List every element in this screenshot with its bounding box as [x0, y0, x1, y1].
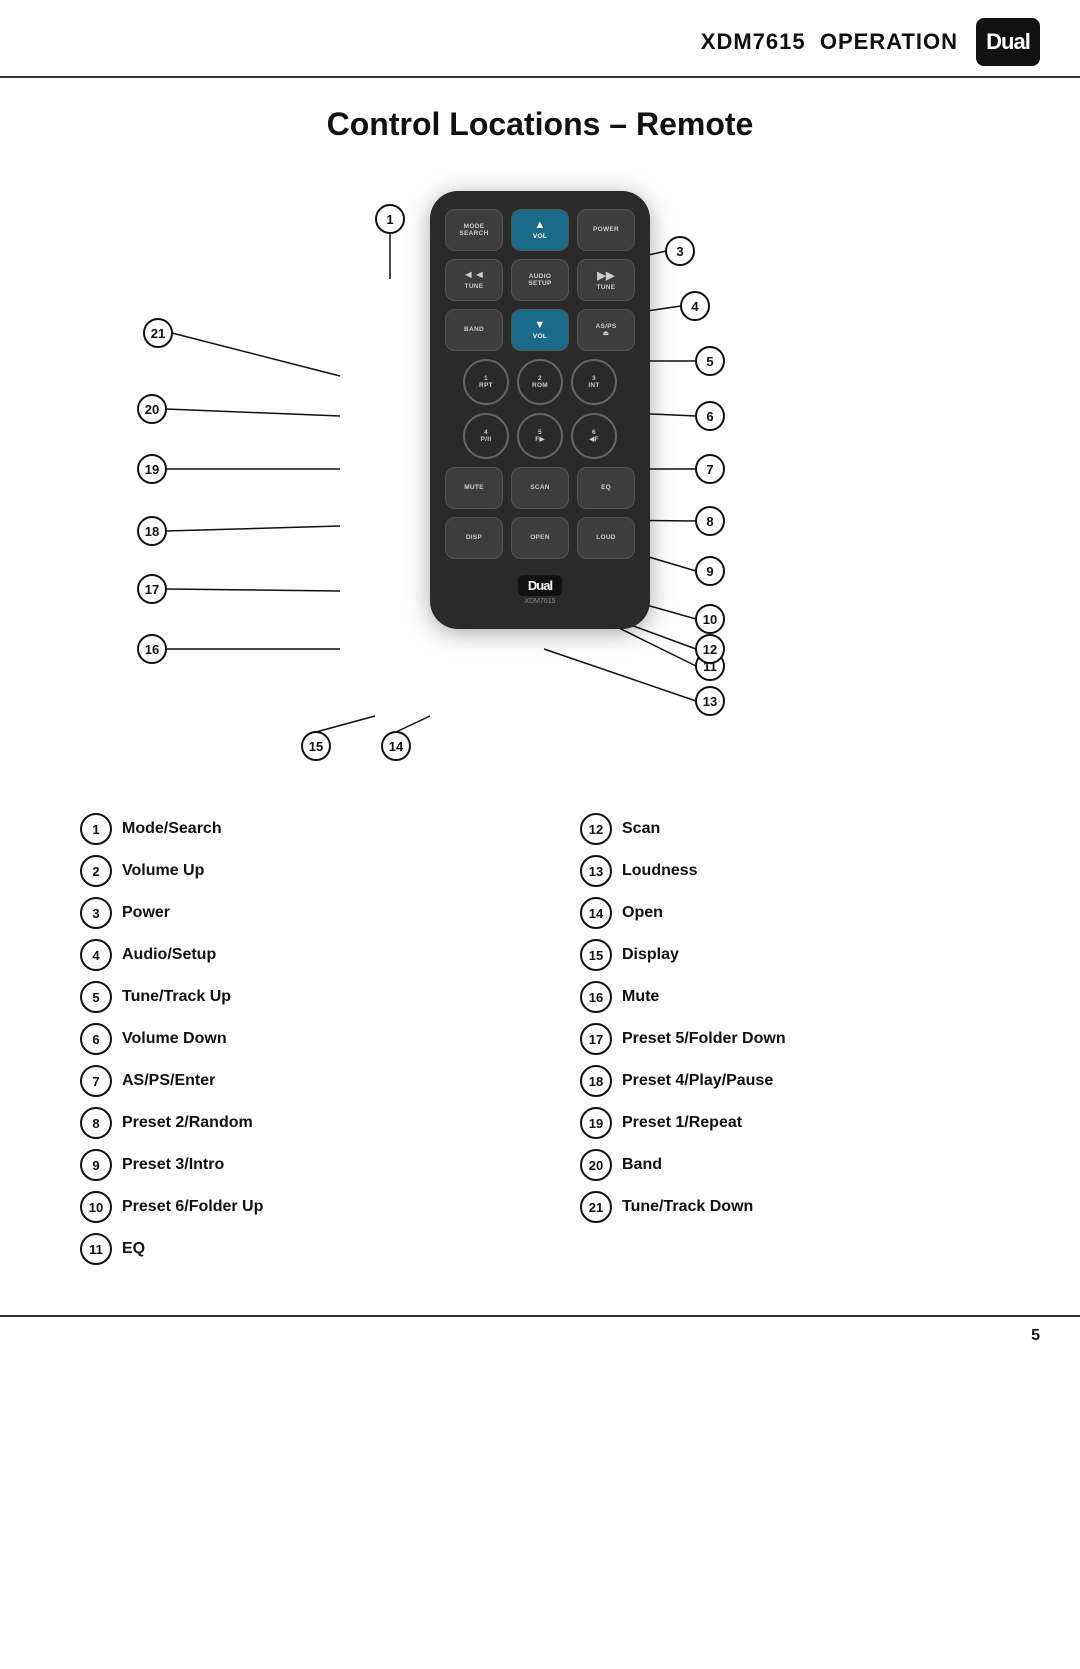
svg-text:3: 3 [676, 244, 683, 259]
btn-4-pause[interactable]: 4P/II [463, 413, 509, 459]
list-item: 21 Tune/Track Down [580, 1191, 1020, 1223]
svg-text:5: 5 [706, 354, 713, 369]
disp-btn[interactable]: DISP [445, 517, 503, 559]
svg-text:21: 21 [151, 326, 165, 341]
list-item: 8 Preset 2/Random [80, 1107, 520, 1139]
svg-text:16: 16 [145, 642, 159, 657]
list-item: 4 Audio/Setup [80, 939, 520, 971]
dual-logo: Dual [976, 18, 1040, 66]
btn-5-fwd[interactable]: 5F▶ [517, 413, 563, 459]
open-btn[interactable]: OPEN [511, 517, 569, 559]
remote-row-7: DISP OPEN LOUD [444, 517, 636, 559]
vol-up-btn[interactable]: ▲ VOL [511, 209, 569, 251]
svg-text:9: 9 [706, 564, 713, 579]
legend: 1 Mode/Search 2 Volume Up 3 Power 4 Audi… [0, 781, 1080, 1315]
list-item: 19 Preset 1/Repeat [580, 1107, 1020, 1139]
mode-search-btn[interactable]: MODESEARCH [445, 209, 503, 251]
power-btn[interactable]: POWER [577, 209, 635, 251]
list-item: 9 Preset 3/Intro [80, 1149, 520, 1181]
remote-dual-logo: Dual XDM7615 [444, 575, 636, 605]
asps-btn[interactable]: AS/PS⏏ [577, 309, 635, 351]
mute-btn[interactable]: MUTE [445, 467, 503, 509]
band-btn[interactable]: BAND [445, 309, 503, 351]
btn-6-rew[interactable]: 6◀F [571, 413, 617, 459]
svg-text:7: 7 [706, 462, 713, 477]
footer: 5 [0, 1315, 1080, 1355]
list-item: 14 Open [580, 897, 1020, 929]
list-item: 6 Volume Down [80, 1023, 520, 1055]
tune-back-btn[interactable]: ◄◄ TUNE [445, 259, 503, 301]
loud-btn[interactable]: LOUD [577, 517, 635, 559]
svg-text:14: 14 [389, 739, 404, 754]
svg-text:17: 17 [145, 582, 159, 597]
list-item: 15 Display [580, 939, 1020, 971]
remote-row-1: MODESEARCH ▲ VOL POWER [444, 209, 636, 251]
list-item: 20 Band [580, 1149, 1020, 1181]
list-item: 11 EQ [80, 1233, 520, 1265]
page-title: Control Locations – Remote [0, 106, 1080, 143]
model-name: XDM7615 [701, 29, 806, 54]
svg-text:12: 12 [703, 642, 717, 657]
list-item: 7 AS/PS/Enter [80, 1065, 520, 1097]
remote-area: 21 20 19 18 17 16 15 14 1 [0, 161, 1080, 781]
remote-row-4: 1RPT 2ROM 3INT [444, 359, 636, 405]
header: XDM7615 OPERATION Dual [0, 0, 1080, 78]
list-item: 12 Scan [580, 813, 1020, 845]
scan-btn[interactable]: SCAN [511, 467, 569, 509]
svg-text:20: 20 [145, 402, 159, 417]
list-item: 5 Tune/Track Up [80, 981, 520, 1013]
list-item: 16 Mute [580, 981, 1020, 1013]
svg-text:15: 15 [309, 739, 323, 754]
list-item: 13 Loudness [580, 855, 1020, 887]
remote-row-2: ◄◄ TUNE AUDIOSETUP ▶▶ TUNE [444, 259, 636, 301]
header-title: XDM7615 OPERATION [701, 29, 958, 55]
vol-down-btn[interactable]: ▼ VOL [511, 309, 569, 351]
btn-1-rpt[interactable]: 1RPT [463, 359, 509, 405]
svg-text:4: 4 [691, 299, 699, 314]
svg-text:6: 6 [706, 409, 713, 424]
list-item: 3 Power [80, 897, 520, 929]
remote-row-6: MUTE SCAN EQ [444, 467, 636, 509]
list-item: 17 Preset 5/Folder Down [580, 1023, 1020, 1055]
remote-row-5: 4P/II 5F▶ 6◀F [444, 413, 636, 459]
btn-2-rom[interactable]: 2ROM [517, 359, 563, 405]
legend-left: 1 Mode/Search 2 Volume Up 3 Power 4 Audi… [80, 813, 520, 1275]
list-item: 10 Preset 6/Folder Up [80, 1191, 520, 1223]
remote-row-3: BAND ▼ VOL AS/PS⏏ [444, 309, 636, 351]
section-name: OPERATION [820, 29, 958, 54]
svg-text:18: 18 [145, 524, 159, 539]
svg-text:11: 11 [703, 659, 717, 674]
list-item: 2 Volume Up [80, 855, 520, 887]
remote-grid: MODESEARCH ▲ VOL POWER ◄◄ TUNE AUDIOSETU… [444, 209, 636, 607]
tune-fwd-btn[interactable]: ▶▶ TUNE [577, 259, 635, 301]
btn-3-int[interactable]: 3INT [571, 359, 617, 405]
remote-body: MODESEARCH ▲ VOL POWER ◄◄ TUNE AUDIOSETU… [430, 191, 650, 629]
svg-text:10: 10 [703, 612, 717, 627]
svg-text:1: 1 [386, 212, 393, 227]
list-item: 18 Preset 4/Play/Pause [580, 1065, 1020, 1097]
eq-btn[interactable]: EQ [577, 467, 635, 509]
audio-setup-btn[interactable]: AUDIOSETUP [511, 259, 569, 301]
svg-text:13: 13 [703, 694, 717, 709]
page-number: 5 [1031, 1327, 1040, 1345]
svg-text:8: 8 [706, 514, 713, 529]
svg-text:19: 19 [145, 462, 159, 477]
legend-right: 12 Scan 13 Loudness 14 Open 15 Display 1… [580, 813, 1020, 1275]
list-item: 1 Mode/Search [80, 813, 520, 845]
